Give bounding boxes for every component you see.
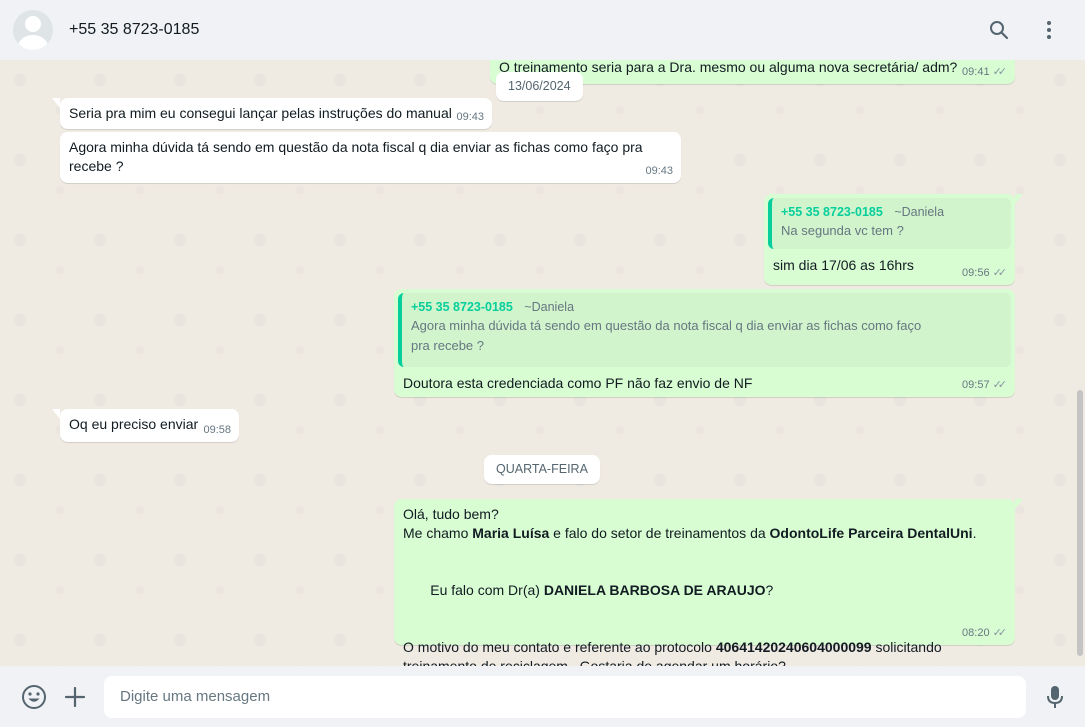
date-divider: 13/06/2024 [496,72,583,101]
message-time: 09:57 [962,379,990,391]
quoted-sender: +55 35 8723-0185 ~Daniela [781,203,1001,221]
message-text-line: treinamento de reciclagem . Gostaria de … [403,658,786,666]
date-divider: QUARTA-FEIRA [484,455,600,484]
quoted-sender-alias: ~Daniela [894,205,945,219]
sender-name-bold: Maria Luísa [472,525,550,541]
message-text: Oq eu preciso enviar [69,416,199,432]
company-name-bold: OdontoLife Parceira DentalUni [769,525,973,541]
message-time: 09:43 [645,165,673,177]
message-meta: 09:41 ✓✓ [962,65,1007,80]
double-check-icon: ✓✓ [992,267,1008,279]
chat-panel[interactable]: O treinamento seria para a Dra. mesmo ou… [0,60,1085,666]
message-time: 09:58 [203,424,231,436]
message-text-line: recebe ? [69,158,124,174]
message-text-line: Olá, tudo bem? [403,506,499,522]
quoted-sender-number: +55 35 8723-0185 [781,205,883,219]
quoted-sender-alias: ~Daniela [524,300,575,314]
quoted-message[interactable]: +55 35 8723-0185 ~Daniela Na segunda vc … [768,198,1011,249]
message-time: 09:56 [962,267,990,279]
text-run: Eu falo com Dr(a) [426,582,544,598]
message-text: Seria pra mim eu consegui lançar pelas i… [69,105,452,121]
message-text-line: Eu falo com Dr(a) DANIELA BARBOSA DE ARA… [403,562,1006,619]
emoji-button[interactable] [19,682,49,712]
message-text: Doutora esta credenciada como PF não faz… [403,375,753,391]
text-run: Me chamo [403,525,473,541]
quoted-sender-number: +55 35 8723-0185 [411,300,513,314]
contact-name[interactable]: +55 35 8723-0185 [69,21,969,39]
message-text-line: O motivo do meu contato e referente ao p… [403,638,1006,657]
quoted-text: Na segunda vc tem ? [781,223,904,238]
quoted-message[interactable]: +55 35 8723-0185 ~Daniela Agora minha dú… [398,293,1011,367]
plus-icon [65,686,85,707]
message-time: 09:43 [456,111,484,123]
emoji-icon [22,684,46,709]
double-check-icon: ✓✓ [992,627,1008,639]
menu-dots-icon [1047,21,1051,39]
voice-message-button[interactable] [1040,682,1070,712]
protocol-number-bold: 40641420240604000099 [715,639,872,655]
search-button[interactable] [979,10,1019,50]
text-run: ? [765,582,774,598]
doctor-name-bold: DANIELA BARBOSA DE ARAUJO [543,582,766,598]
message-text-line: Agora minha dúvida tá sendo em questão d… [69,139,643,155]
quoted-text-line: Agora minha dúvida tá sendo em questão d… [411,318,922,333]
composer-bar [0,666,1085,727]
double-check-icon: ✓✓ [992,379,1008,391]
message-time: 08:20 [962,627,990,639]
message-incoming[interactable]: Oq eu preciso enviar 09:58 [52,409,239,442]
quoted-sender: +55 35 8723-0185 ~Daniela [411,298,1001,316]
avatar-body-shape [18,35,48,50]
quoted-text-line: pra recebe ? [411,338,484,353]
chat-scrollbar[interactable] [1077,390,1083,656]
message-meta: 09:43 [456,110,484,125]
avatar-head-shape [25,16,41,32]
text-run: e falo do setor de treinamentos da [549,525,770,541]
message-text-line: Me chamo Maria Luísa e falo do setor de … [403,524,1006,543]
message-outgoing[interactable]: Olá, tudo bem? Me chamo Maria Luísa e fa… [394,499,1023,666]
mic-icon [1047,685,1063,708]
message-meta: 09:58 [203,423,231,438]
message-incoming[interactable]: Seria pra mim eu consegui lançar pelas i… [52,98,492,129]
message-meta: 09:57 ✓✓ [962,378,1007,393]
message-input-wrapper[interactable] [104,675,1026,718]
search-icon [990,21,1009,40]
double-check-icon: ✓✓ [992,66,1008,78]
text-run: . [972,525,977,541]
message-time: 09:41 [962,66,990,78]
text-run: solicitando [871,639,942,655]
attach-button[interactable] [60,682,90,712]
message-incoming[interactable]: Agora minha dúvida tá sendo em questão d… [60,132,681,183]
text-run: O motivo do meu contato e referente ao p… [403,639,716,655]
message-meta: 09:56 ✓✓ [962,266,1007,281]
menu-button[interactable] [1029,10,1069,50]
message-outgoing-reply[interactable]: +55 35 8723-0185 ~Daniela Agora minha dú… [394,289,1015,397]
message-input[interactable] [120,688,1010,705]
contact-avatar[interactable] [13,10,53,50]
message-outgoing-reply[interactable]: +55 35 8723-0185 ~Daniela Na segunda vc … [764,194,1023,285]
message-meta: 09:43 [645,164,673,179]
chat-header: +55 35 8723-0185 [0,0,1085,60]
message-meta: 08:20 ✓✓ [962,626,1007,641]
